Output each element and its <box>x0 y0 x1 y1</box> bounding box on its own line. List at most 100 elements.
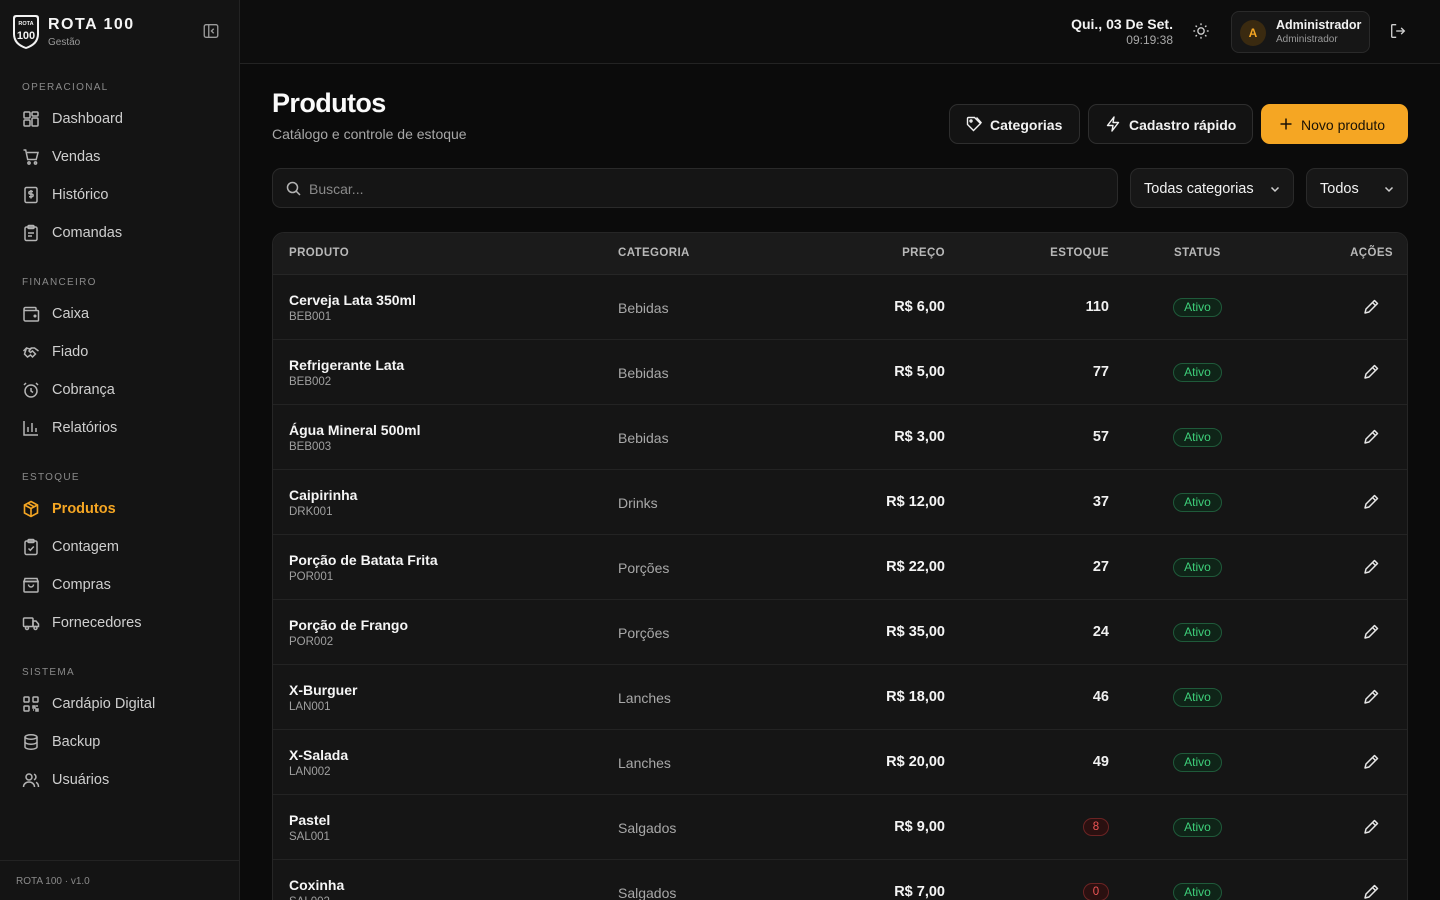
app-name: ROTA 100 <box>48 16 135 33</box>
sidebar-item-vendas[interactable]: Vendas <box>12 140 228 174</box>
user-name: Administrador <box>1276 18 1362 32</box>
clipboard-check-icon <box>22 538 40 556</box>
edit-pencil-icon[interactable] <box>1362 298 1380 316</box>
sidebar-item-label: Caixa <box>52 306 90 322</box>
sidebar-item-cardapio-digital[interactable]: Cardápio Digital <box>12 687 228 721</box>
table-row[interactable]: X-Burguer LAN001 Lanches R$ 18,00 46 Ativo <box>273 665 1407 730</box>
edit-pencil-icon[interactable] <box>1362 688 1380 706</box>
product-price: R$ 18,00 <box>886 689 945 705</box>
new-product-button[interactable]: Novo produto <box>1261 104 1408 144</box>
table-row[interactable]: Caipirinha DRK001 Drinks R$ 12,00 37 Ativo <box>273 470 1407 535</box>
product-price: R$ 9,00 <box>894 819 945 835</box>
sidebar-item-caixa[interactable]: Caixa <box>12 297 228 331</box>
table-row[interactable]: Pastel SAL001 Salgados R$ 9,00 8 Ativo <box>273 795 1407 860</box>
edit-pencil-icon[interactable] <box>1362 558 1380 576</box>
status-badge: Ativo <box>1173 883 1222 900</box>
cart-icon <box>22 148 40 166</box>
qr-code-icon <box>22 695 40 713</box>
sidebar-item-fornecedores[interactable]: Fornecedores <box>12 606 228 640</box>
route-shield-logo-icon: ROTA 100 <box>13 15 39 49</box>
app-subtitle: Gestão <box>48 37 81 48</box>
product-code: BEB002 <box>289 376 332 388</box>
table-row[interactable]: Refrigerante Lata BEB002 Bebidas R$ 5,00 77 A… <box>273 340 1407 405</box>
sidebar-item-historico[interactable]: Histórico <box>12 178 228 212</box>
product-stock: 110 <box>1085 299 1109 315</box>
status-badge: Ativo <box>1173 363 1222 382</box>
sidebar-item-label: Contagem <box>52 539 119 555</box>
table-row[interactable]: Água Mineral 500ml BEB003 Bebidas R$ 3,00 57… <box>273 405 1407 470</box>
sidebar-item-label: Backup <box>52 734 101 750</box>
product-stock: 37 <box>1092 494 1109 510</box>
sidebar-item-fiado[interactable]: Fiado <box>12 335 228 369</box>
sidebar-item-backup[interactable]: Backup <box>12 725 228 759</box>
sidebar-item-usuarios[interactable]: Usuários <box>12 763 228 797</box>
sidebar-item-label: Comandas <box>52 225 123 241</box>
product-name: Porção de Frango <box>289 617 409 633</box>
edit-pencil-icon[interactable] <box>1362 883 1380 900</box>
search-input[interactable] <box>309 178 1099 200</box>
sidebar-item-label: Compras <box>52 577 111 593</box>
collapse-sidebar-icon[interactable] <box>202 22 222 42</box>
status-filter-value: Todos <box>1320 181 1359 197</box>
product-code: BEB001 <box>289 311 332 323</box>
product-category: Salgados <box>618 820 677 836</box>
product-price: R$ 20,00 <box>886 754 945 770</box>
alarm-icon <box>22 381 40 399</box>
wallet-icon <box>22 305 40 323</box>
categories-button[interactable]: Categorias <box>949 104 1080 144</box>
status-filter-select[interactable]: Todos <box>1306 168 1408 208</box>
table-row[interactable]: Coxinha SAL002 Salgados R$ 7,00 0 Ativo <box>273 860 1407 900</box>
avatar: A <box>1240 20 1266 46</box>
edit-pencil-icon[interactable] <box>1362 623 1380 641</box>
product-code: LAN001 <box>289 701 331 713</box>
user-menu[interactable]: A Administrador Administrador <box>1231 11 1370 53</box>
section-title-estoque: ESTOQUE <box>22 472 80 483</box>
sidebar-item-comandas[interactable]: Comandas <box>12 216 228 250</box>
product-category: Drinks <box>618 495 658 511</box>
table-row[interactable]: Cerveja Lata 350ml BEB001 Bebidas R$ 6,00 11… <box>273 275 1407 340</box>
sidebar-item-relatorios[interactable]: Relatórios <box>12 411 228 445</box>
current-time: 09:19:38 <box>1126 33 1173 47</box>
sidebar-item-label: Cobrança <box>52 382 115 398</box>
quick-register-button[interactable]: Cadastro rápido <box>1088 104 1253 144</box>
table-row[interactable]: Porção de Batata Frita POR001 Porções R$ 22… <box>273 535 1407 600</box>
product-category: Porções <box>618 560 670 576</box>
logout-icon[interactable] <box>1389 22 1409 42</box>
sidebar-footer: ROTA 100 · v1.0 <box>0 860 239 900</box>
chevron-down-icon <box>1383 183 1395 195</box>
sidebar-item-cobranca[interactable]: Cobrança <box>12 373 228 407</box>
edit-pencil-icon[interactable] <box>1362 493 1380 511</box>
edit-pencil-icon[interactable] <box>1362 428 1380 446</box>
product-price: R$ 22,00 <box>886 559 945 575</box>
sidebar-item-contagem[interactable]: Contagem <box>12 530 228 564</box>
column-header-preco: PREÇO <box>902 247 945 259</box>
product-price: R$ 5,00 <box>894 364 945 380</box>
logo-text-num: 100 <box>17 30 35 42</box>
sidebar-item-dashboard[interactable]: Dashboard <box>12 102 228 136</box>
sidebar-item-compras[interactable]: Compras <box>12 568 228 602</box>
receipt-icon <box>22 186 40 204</box>
page-subtitle: Catálogo e controle de estoque <box>272 126 467 142</box>
product-stock: 77 <box>1092 364 1109 380</box>
sun-icon[interactable] <box>1192 22 1212 42</box>
product-code: LAN002 <box>289 766 331 778</box>
sidebar-item-produtos[interactable]: Produtos <box>12 492 228 526</box>
app-version: ROTA 100 · v1.0 <box>16 876 90 887</box>
brand[interactable]: ROTA 100 ROTA 100 Gestão <box>10 14 230 52</box>
column-header-acoes: AÇÕES <box>1350 247 1393 259</box>
category-filter-select[interactable]: Todas categorias <box>1130 168 1294 208</box>
status-badge: Ativo <box>1173 623 1222 642</box>
status-badge: Ativo <box>1173 818 1222 837</box>
status-badge: Ativo <box>1173 753 1222 772</box>
table-row[interactable]: X-Salada LAN002 Lanches R$ 20,00 49 Ativo <box>273 730 1407 795</box>
edit-pencil-icon[interactable] <box>1362 363 1380 381</box>
product-name: Cerveja Lata 350ml <box>289 292 416 308</box>
edit-pencil-icon[interactable] <box>1362 818 1380 836</box>
sidebar-item-label: Histórico <box>52 187 109 203</box>
sidebar-item-label: Fiado <box>52 344 89 360</box>
product-code: SAL001 <box>289 831 330 843</box>
column-header-produto: PRODUTO <box>289 247 350 259</box>
edit-pencil-icon[interactable] <box>1362 753 1380 771</box>
lightning-icon <box>1105 116 1121 132</box>
table-row[interactable]: Porção de Frango POR002 Porções R$ 35,00 24 A… <box>273 600 1407 665</box>
